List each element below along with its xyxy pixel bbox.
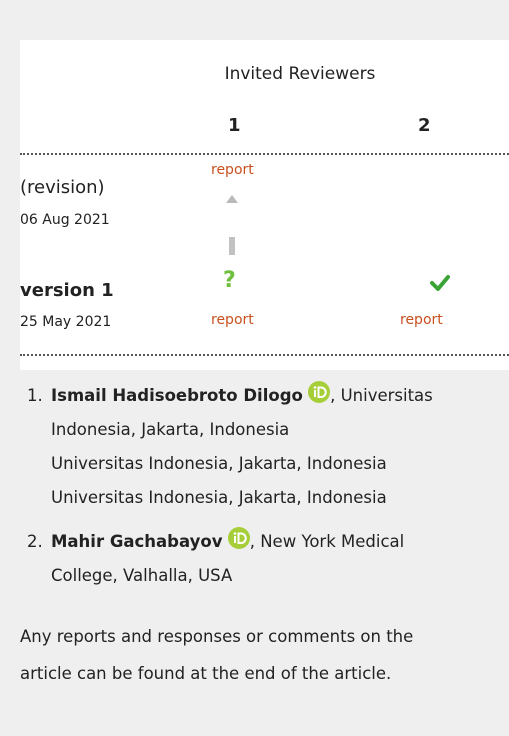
- reviewer-list: 1. Ismail Hadisoebroto Dilogo , Universi…: [16, 379, 506, 603]
- orcid-icon[interactable]: [308, 381, 331, 403]
- reviewer-affiliation-line: Universitas Indonesia, Jakarta, Indonesi…: [51, 488, 387, 507]
- footer-line-2: article can be found at the end of the a…: [20, 664, 392, 683]
- reviewer-name[interactable]: Mahir Gachabayov: [51, 532, 222, 551]
- footer-note: Any reports and responses or comments on…: [20, 618, 500, 692]
- reviewer-column-1: 1: [228, 115, 241, 136]
- reviewer-affiliation-line: Universitas Indonesia, Jakarta, Indonesi…: [51, 454, 387, 473]
- orcid-icon[interactable]: [227, 527, 250, 549]
- footer-line-1: Any reports and responses or comments on…: [20, 627, 414, 646]
- question-mark-icon: ?: [223, 268, 236, 293]
- list-number: 2.: [27, 532, 43, 551]
- report-link-v1-reviewer-1[interactable]: report: [211, 312, 254, 328]
- reviewer-affiliation-inline: , New York Medical: [249, 532, 405, 551]
- reviewer-affiliation-inline: , Universitas: [330, 386, 433, 405]
- list-item: 2. Mahir Gachabayov , New York Medical C…: [16, 525, 506, 593]
- divider-top: [20, 153, 509, 155]
- list-item: 1. Ismail Hadisoebroto Dilogo , Universi…: [16, 379, 506, 515]
- divider-bottom: [20, 354, 509, 356]
- approved-check-icon: [430, 275, 450, 291]
- reviewer-column-2: 2: [418, 115, 431, 136]
- version-connector: [229, 237, 235, 255]
- version-date-v1: 25 May 2021: [20, 314, 112, 330]
- version-label-revision: (revision): [20, 177, 105, 198]
- reviewer-status-panel: Invited Reviewers 1 2 report (revision) …: [20, 40, 509, 370]
- up-arrow-icon: [226, 195, 238, 203]
- reviewer-affiliation-line: College, Valhalla, USA: [51, 566, 233, 585]
- report-link-v1-reviewer-2[interactable]: report: [400, 312, 443, 328]
- invited-reviewers-heading: Invited Reviewers: [224, 64, 376, 84]
- list-number: 1.: [27, 386, 43, 405]
- version-label-v1: version 1: [20, 280, 114, 301]
- version-date-revision: 06 Aug 2021: [20, 212, 110, 228]
- reviewer-name[interactable]: Ismail Hadisoebroto Dilogo: [51, 386, 303, 405]
- report-link-revision-reviewer-1[interactable]: report: [211, 162, 254, 178]
- reviewer-affiliation-line: Indonesia, Jakarta, Indonesia: [51, 420, 290, 439]
- reviewer-status-page: Invited Reviewers 1 2 report (revision) …: [0, 0, 509, 736]
